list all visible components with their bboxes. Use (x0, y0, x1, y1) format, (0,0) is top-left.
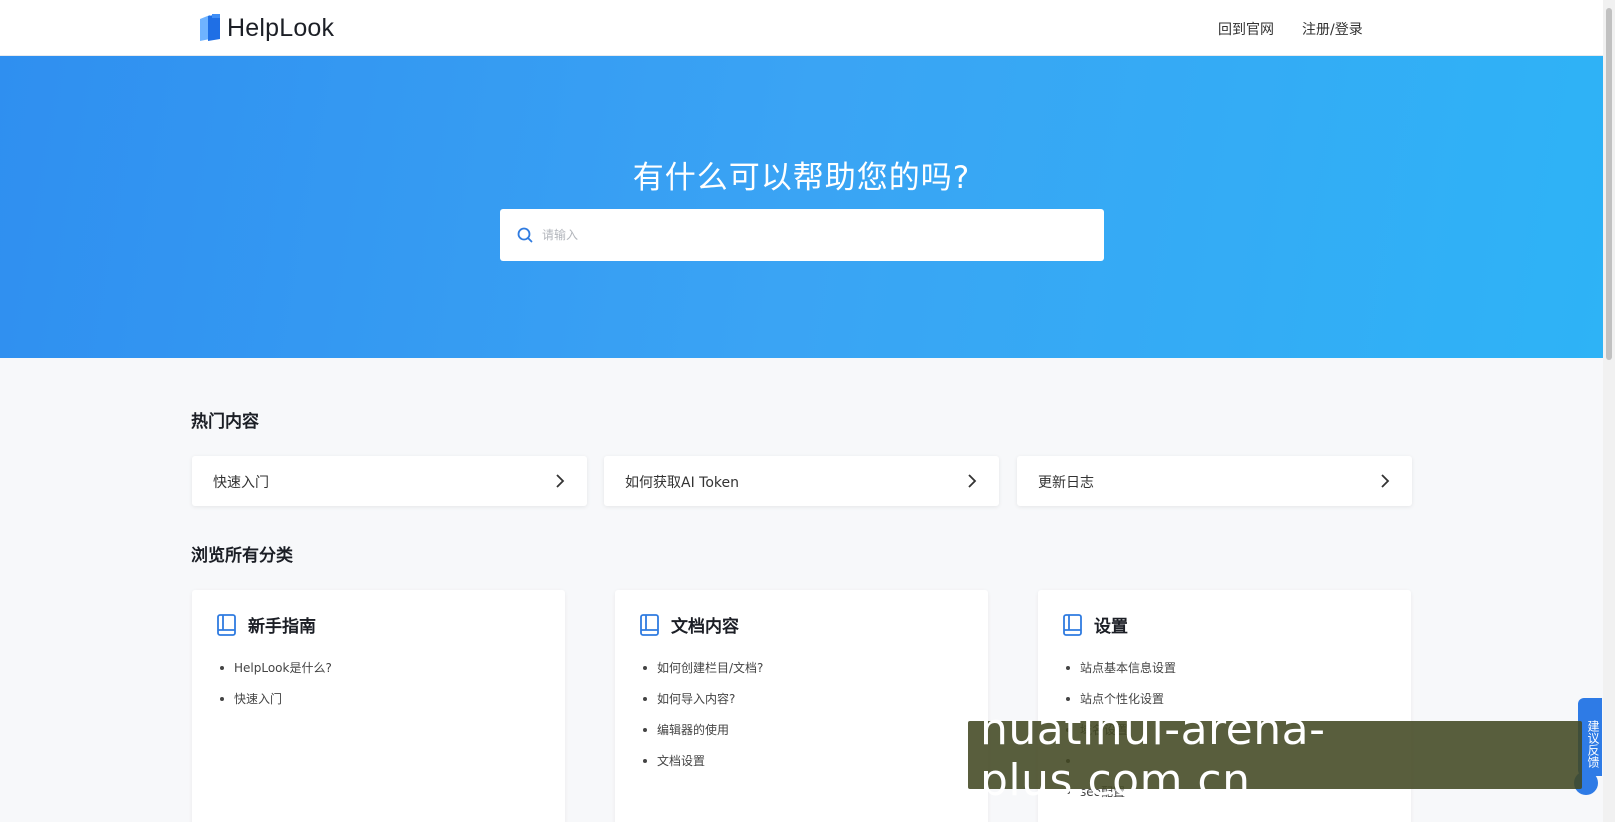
category-header[interactable]: 设置 (1062, 612, 1128, 637)
page-scrollbar[interactable] (1603, 0, 1615, 822)
category-article-list: 如何创建栏目/文档? 如何导入内容? 编辑器的使用 文档设置 (643, 652, 763, 776)
nav-home-link[interactable]: 回到官网 (1218, 19, 1274, 39)
nav-login-link[interactable]: 注册/登录 (1302, 19, 1363, 39)
hot-item-label: 快速入门 (213, 475, 269, 491)
category-article-list: HelpLook是什么? 快速入门 (220, 652, 332, 714)
category-name: 新手指南 (248, 617, 316, 637)
book-icon (640, 613, 659, 636)
browse-section-title: 浏览所有分类 (191, 546, 293, 566)
category-header[interactable]: 新手指南 (216, 612, 316, 637)
hot-item-label: 更新日志 (1038, 475, 1094, 491)
hot-item-ai-token[interactable]: 如何获取AI Token (604, 456, 999, 506)
article-link[interactable]: 如何导入内容? (643, 683, 763, 714)
article-link[interactable]: 如何创建栏目/文档? (643, 652, 763, 683)
hero-banner: 有什么可以帮助您的吗? (0, 56, 1603, 358)
hot-section-title: 热门内容 (191, 412, 259, 432)
logo-text: HelpLook (227, 13, 335, 42)
search-input[interactable] (542, 209, 1092, 261)
top-bar: HelpLook 回到官网 注册/登录 (0, 0, 1603, 56)
book-icon (217, 613, 236, 636)
search-icon (517, 227, 533, 243)
chevron-right-icon (1381, 474, 1390, 488)
hot-item-quickstart[interactable]: 快速入门 (192, 456, 587, 506)
watermark-overlay: huatihui-arena-plus.com.cn (968, 704, 1582, 806)
scrollbar-thumb[interactable] (1606, 8, 1612, 360)
article-link[interactable]: 快速入门 (220, 683, 332, 714)
book-icon (1063, 613, 1082, 636)
chevron-right-icon (556, 474, 565, 488)
article-link[interactable]: HelpLook是什么? (220, 652, 332, 683)
category-header[interactable]: 文档内容 (639, 612, 739, 637)
category-card-docs: 文档内容 如何创建栏目/文档? 如何导入内容? 编辑器的使用 文档设置 (615, 590, 988, 822)
article-link[interactable]: 文档设置 (643, 745, 763, 776)
search-box[interactable] (500, 209, 1104, 261)
article-link[interactable]: 站点基本信息设置 (1066, 652, 1176, 683)
category-card-guide: 新手指南 HelpLook是什么? 快速入门 (192, 590, 565, 822)
article-link[interactable]: 编辑器的使用 (643, 714, 763, 745)
hot-item-changelog[interactable]: 更新日志 (1017, 456, 1412, 506)
logo[interactable]: HelpLook (198, 12, 334, 44)
category-name: 文档内容 (671, 617, 739, 637)
logo-icon (200, 14, 220, 41)
hot-item-label: 如何获取AI Token (625, 475, 739, 491)
category-name: 设置 (1094, 617, 1128, 637)
hero-title: 有什么可以帮助您的吗? (632, 160, 971, 196)
chevron-right-icon (968, 474, 977, 488)
